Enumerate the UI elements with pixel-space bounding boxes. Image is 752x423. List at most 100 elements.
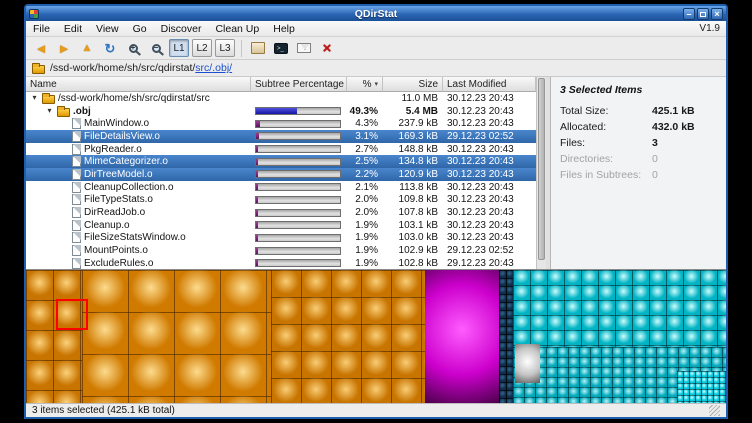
forward-button[interactable]: ►: [54, 38, 74, 58]
table-row[interactable]: FileTypeStats.o2.0%109.8 kB30.12.23 20:4…: [26, 194, 536, 207]
column-header-%[interactable]: %▾: [347, 77, 383, 92]
size-cell: 120.9 kB: [383, 168, 443, 181]
breadcrumb-folder-icon: [32, 65, 45, 74]
item-name: FileSizeStatsWindow.o: [84, 232, 186, 243]
menu-view[interactable]: View: [89, 22, 126, 36]
treemap-gray-cushion[interactable]: [515, 344, 541, 383]
toolbar-separator: [241, 40, 242, 57]
directory-tree: NameSubtree Percentage%▾SizeLast Modifie…: [26, 77, 536, 269]
treemap-cyan-tiny[interactable]: [677, 371, 726, 403]
details-field: Total Size:425.1 kB: [560, 105, 717, 117]
table-row[interactable]: MimeCategorizer.o2.5%134.8 kB30.12.23 20…: [26, 155, 536, 168]
maximize-button[interactable]: [697, 8, 709, 20]
menu-edit[interactable]: Edit: [57, 22, 89, 36]
item-name: /ssd-work/home/sh/src/qdirstat/src: [58, 93, 210, 104]
layout-l3-button[interactable]: L3: [215, 39, 235, 57]
expander-icon[interactable]: ▾: [30, 94, 39, 102]
details-field: Files in Subtrees:0: [560, 169, 717, 181]
zoom-out-button[interactable]: −: [146, 38, 166, 58]
table-row[interactable]: FileDetailsView.o3.1%169.3 kB29.12.23 02…: [26, 130, 536, 143]
treemap-dark-strip[interactable]: [499, 270, 513, 403]
app-icon: [29, 9, 39, 19]
menu-go[interactable]: Go: [126, 22, 154, 36]
percent-cell: 49.3%: [347, 105, 383, 118]
file-manager-button[interactable]: [248, 38, 268, 58]
modified-cell: 29.12.23 02:52: [443, 244, 536, 257]
menu-clean-up[interactable]: Clean Up: [208, 22, 266, 36]
sort-indicator: ▾: [374, 80, 378, 88]
qdirstat-window: QDirStat – × FileEditViewGoDiscoverClean…: [24, 4, 728, 419]
terminal-button[interactable]: >_: [271, 38, 291, 58]
refresh-icon: ↻: [105, 42, 116, 55]
menu-file[interactable]: File: [26, 22, 57, 36]
percent-bar-fill: [256, 210, 258, 216]
tree-scrollbar[interactable]: [536, 77, 546, 269]
back-button[interactable]: ◄: [31, 38, 51, 58]
percent-bar: [255, 247, 341, 255]
minimize-button[interactable]: –: [683, 8, 695, 20]
column-header-subtree-percentage[interactable]: Subtree Percentage: [251, 77, 347, 92]
menu-discover[interactable]: Discover: [154, 22, 209, 36]
treemap-orange-large[interactable]: [82, 270, 271, 403]
item-name: ExcludeRules.o: [84, 258, 153, 269]
details-panel: 3 Selected Items Total Size:425.1 kBAllo…: [550, 77, 726, 269]
folder-icon: [57, 108, 70, 117]
resize-grip[interactable]: [709, 405, 720, 416]
scrollbar-thumb[interactable]: [538, 78, 545, 260]
main-split: NameSubtree Percentage%▾SizeLast Modifie…: [26, 77, 726, 269]
delete-button[interactable]: ×: [317, 38, 337, 58]
treemap-orange-column-left[interactable]: [26, 270, 82, 403]
table-row[interactable]: MountPoints.o1.9%102.9 kB29.12.23 02:52: [26, 244, 536, 257]
percent-cell: 2.0%: [347, 194, 383, 207]
table-row[interactable]: ExcludeRules.o1.9%102.8 kB29.12.23 20:43: [26, 257, 536, 269]
details-field: Directories:0: [560, 153, 717, 165]
refresh-button[interactable]: ↻: [100, 38, 120, 58]
window-title: QDirStat: [26, 8, 726, 20]
zoom-in-button[interactable]: +: [123, 38, 143, 58]
file-icon: [72, 144, 81, 155]
table-row[interactable]: FileSizeStatsWindow.o1.9%103.0 kB30.12.2…: [26, 232, 536, 245]
modified-cell: 30.12.23 20:43: [443, 219, 536, 232]
percent-bar-fill: [256, 133, 259, 139]
table-row[interactable]: CleanupCollection.o2.1%113.8 kB30.12.23 …: [26, 181, 536, 194]
size-cell: 169.3 kB: [383, 130, 443, 143]
item-name: Cleanup.o: [84, 220, 130, 231]
file-icon: [72, 131, 81, 142]
percent-cell: 3.1%: [347, 130, 383, 143]
item-name: FileTypeStats.o: [84, 194, 153, 205]
table-row[interactable]: Cleanup.o1.9%103.1 kB30.12.23 20:43: [26, 219, 536, 232]
mail-button[interactable]: [294, 38, 314, 58]
up-button[interactable]: ▲: [77, 38, 97, 58]
modified-cell: 30.12.23 20:43: [443, 143, 536, 156]
column-header-last-modified[interactable]: Last Modified: [443, 77, 536, 92]
item-name: MainWindow.o: [84, 118, 149, 129]
table-row[interactable]: MainWindow.o4.3%237.9 kB30.12.23 20:43: [26, 117, 536, 130]
layout-l2-button[interactable]: L2: [192, 39, 212, 57]
details-value: 432.0 kB: [652, 121, 717, 133]
layout-l1-button[interactable]: L1: [169, 39, 189, 57]
table-row[interactable]: ▾/ssd-work/home/sh/src/qdirstat/src11.0 …: [26, 92, 536, 105]
back-icon: ◄: [35, 42, 48, 55]
table-row[interactable]: DirReadJob.o2.0%107.8 kB30.12.23 20:43: [26, 206, 536, 219]
breadcrumb-link-src[interactable]: src/: [195, 62, 212, 74]
menu-help[interactable]: Help: [266, 22, 302, 36]
maximize-icon: [700, 12, 706, 17]
item-name: DirTreeModel.o: [84, 169, 153, 180]
breadcrumb-link-obj[interactable]: .obj/: [212, 62, 232, 74]
details-fields: Total Size:425.1 kBAllocated:432.0 kBFil…: [560, 105, 717, 181]
file-icon: [72, 194, 81, 205]
treemap[interactable]: [26, 269, 726, 403]
close-button[interactable]: ×: [711, 8, 723, 20]
treemap-cyan-top[interactable]: [513, 270, 727, 347]
column-header-name[interactable]: Name: [26, 77, 251, 92]
column-header-size[interactable]: Size: [383, 77, 443, 92]
modified-cell: 30.12.23 20:43: [443, 194, 536, 207]
treemap-magenta-cushion[interactable]: [425, 270, 499, 403]
table-row[interactable]: DirTreeModel.o2.2%120.9 kB30.12.23 20:43: [26, 168, 536, 181]
percent-bar: [255, 221, 341, 229]
table-row[interactable]: ▾.obj49.3%5.4 MB30.12.23 20:43: [26, 105, 536, 118]
titlebar[interactable]: QDirStat – ×: [26, 6, 726, 21]
treemap-orange-medium[interactable]: [271, 270, 425, 403]
expander-icon[interactable]: ▾: [45, 107, 54, 115]
table-row[interactable]: PkgReader.o2.7%148.8 kB30.12.23 20:43: [26, 143, 536, 156]
